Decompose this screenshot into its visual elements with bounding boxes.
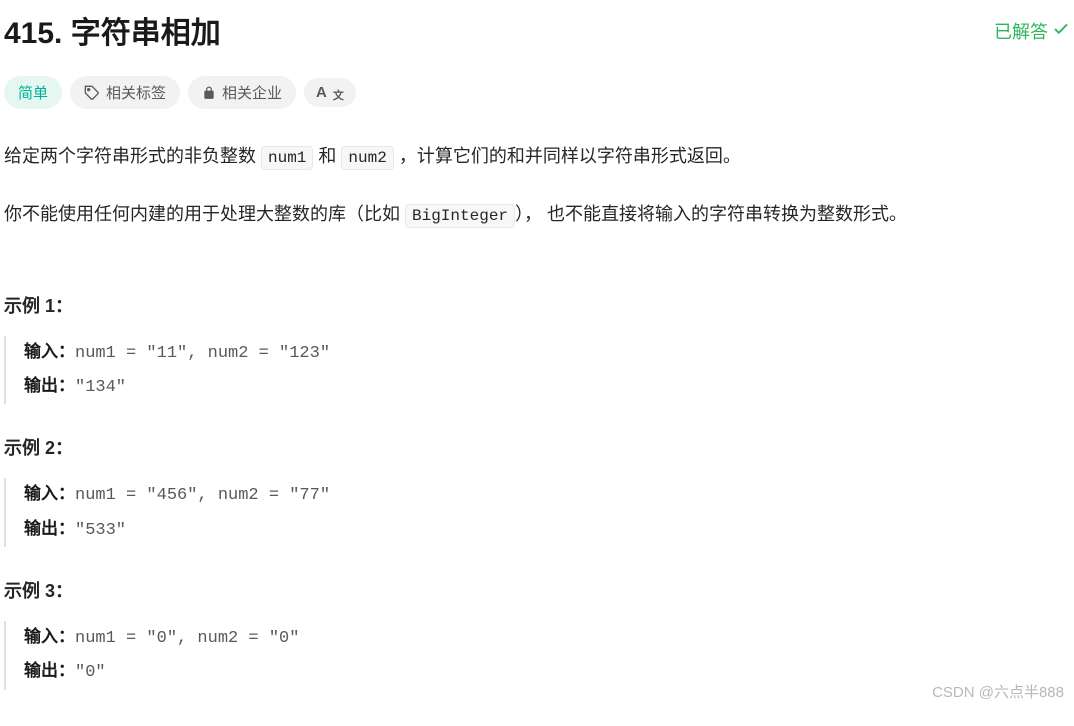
- related-companies-label: 相关企业: [222, 82, 282, 103]
- font-subscript: 文: [333, 87, 344, 103]
- tag-icon: [84, 85, 100, 101]
- example-row: 输入：num1 = "11", num2 = "123": [24, 336, 1070, 370]
- solved-badge: 已解答: [994, 8, 1070, 44]
- check-icon: [1052, 20, 1070, 43]
- page-title: 415. 字符串相加: [4, 8, 221, 52]
- input-value: num1 = "456", num2 = "77": [75, 486, 330, 505]
- description-paragraph-1: 给定两个字符串形式的非负整数 num1 和 num2 ，计算它们的和并同样以字符…: [4, 139, 1070, 173]
- inline-code-num1: num1: [261, 146, 313, 170]
- tags-row: 简单 相关标签 相关企业 A文: [4, 76, 1070, 109]
- description-paragraph-2: 你不能使用任何内建的用于处理大整数的库（比如 BigInteger）， 也不能直…: [4, 197, 1070, 231]
- input-label: 输入：: [24, 484, 75, 503]
- example-row: 输入：num1 = "456", num2 = "77": [24, 478, 1070, 512]
- desc-text: ）， 也不能直接将输入的字符串转换为整数形式。: [515, 204, 907, 224]
- output-label: 输出：: [24, 661, 75, 680]
- input-label: 输入：: [24, 627, 75, 646]
- output-value: "134": [75, 378, 126, 397]
- font-size-label: A: [316, 84, 327, 101]
- input-label: 输入：: [24, 342, 75, 361]
- output-value: "533": [75, 521, 126, 540]
- lock-icon: [202, 86, 216, 100]
- example-row: 输入：num1 = "0", num2 = "0": [24, 621, 1070, 655]
- solved-text: 已解答: [994, 18, 1048, 44]
- inline-code-num2: num2: [341, 146, 393, 170]
- input-value: num1 = "11", num2 = "123": [75, 344, 330, 363]
- related-tags-label: 相关标签: [106, 82, 166, 103]
- example-row: 输出："533": [24, 513, 1070, 547]
- output-value: "0": [75, 663, 106, 682]
- watermark: CSDN @六点半888: [932, 681, 1064, 702]
- example-3-title: 示例 3：: [4, 577, 1070, 603]
- desc-text: ，计算它们的和并同样以字符串形式返回。: [394, 146, 741, 166]
- example-2-block: 输入：num1 = "456", num2 = "77" 输出："533": [4, 478, 1070, 547]
- difficulty-tag[interactable]: 简单: [4, 76, 62, 109]
- inline-code-biginteger: BigInteger: [405, 204, 515, 228]
- desc-text: 你不能使用任何内建的用于处理大整数的库（比如: [4, 204, 405, 224]
- desc-text: 给定两个字符串形式的非负整数: [4, 146, 261, 166]
- example-3-block: 输入：num1 = "0", num2 = "0" 输出："0": [4, 621, 1070, 690]
- example-row: 输出："0": [24, 655, 1070, 689]
- input-value: num1 = "0", num2 = "0": [75, 629, 299, 648]
- output-label: 输出：: [24, 519, 75, 538]
- example-1-title: 示例 1：: [4, 292, 1070, 318]
- example-2-title: 示例 2：: [4, 434, 1070, 460]
- example-row: 输出："134": [24, 370, 1070, 404]
- output-label: 输出：: [24, 376, 75, 395]
- desc-text: 和: [313, 146, 341, 166]
- related-tags-button[interactable]: 相关标签: [70, 76, 180, 109]
- related-companies-button[interactable]: 相关企业: [188, 76, 296, 109]
- font-size-button[interactable]: A文: [304, 78, 356, 107]
- example-1-block: 输入：num1 = "11", num2 = "123" 输出："134": [4, 336, 1070, 405]
